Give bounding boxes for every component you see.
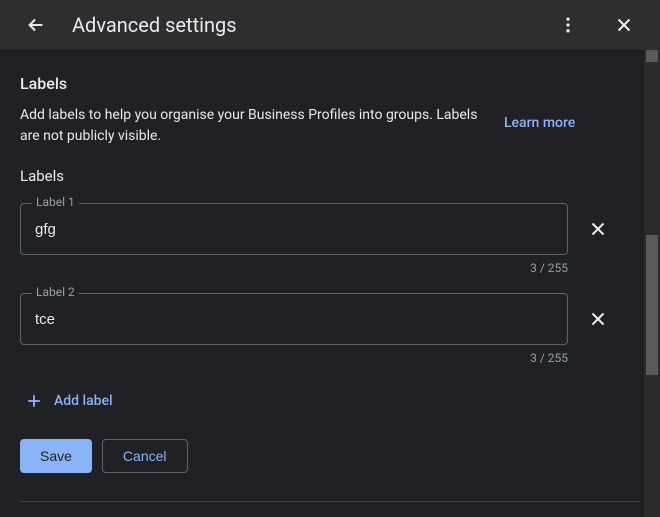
- clear-label-1-button[interactable]: [578, 209, 618, 249]
- scrollbar-thumb[interactable]: [646, 235, 658, 375]
- label-field-row: Label 2: [20, 293, 640, 345]
- back-button[interactable]: [16, 5, 56, 45]
- save-button[interactable]: Save: [20, 439, 92, 473]
- label-input-2[interactable]: [20, 293, 568, 345]
- page-title: Advanced settings: [72, 13, 237, 37]
- clear-label-2-button[interactable]: [578, 299, 618, 339]
- header-bar: Advanced settings: [0, 0, 660, 50]
- char-counter: 3 / 255: [20, 261, 568, 275]
- add-label-button[interactable]: Add label: [20, 383, 117, 419]
- field-label: Label 1: [32, 195, 79, 209]
- plus-icon: [24, 391, 44, 411]
- field-label: Label 2: [32, 285, 79, 299]
- label-field-row: Label 1: [20, 203, 640, 255]
- scrollbar-up-arrow[interactable]: [646, 50, 658, 62]
- content-area: Labels Add labels to help you organise y…: [0, 50, 660, 517]
- section-description: Add labels to help you organise your Bus…: [20, 105, 480, 147]
- learn-more-link[interactable]: Learn more: [504, 115, 575, 131]
- cancel-button[interactable]: Cancel: [102, 439, 188, 473]
- labels-sub-heading: Labels: [20, 167, 640, 185]
- section-heading: Labels: [20, 74, 640, 93]
- char-counter: 3 / 255: [20, 351, 568, 365]
- label-input-1[interactable]: [20, 203, 568, 255]
- close-button[interactable]: [604, 5, 644, 45]
- section-divider: [20, 501, 640, 502]
- add-label-text: Add label: [54, 393, 113, 409]
- more-options-button[interactable]: [548, 5, 588, 45]
- scrollbar-track[interactable]: [644, 50, 660, 517]
